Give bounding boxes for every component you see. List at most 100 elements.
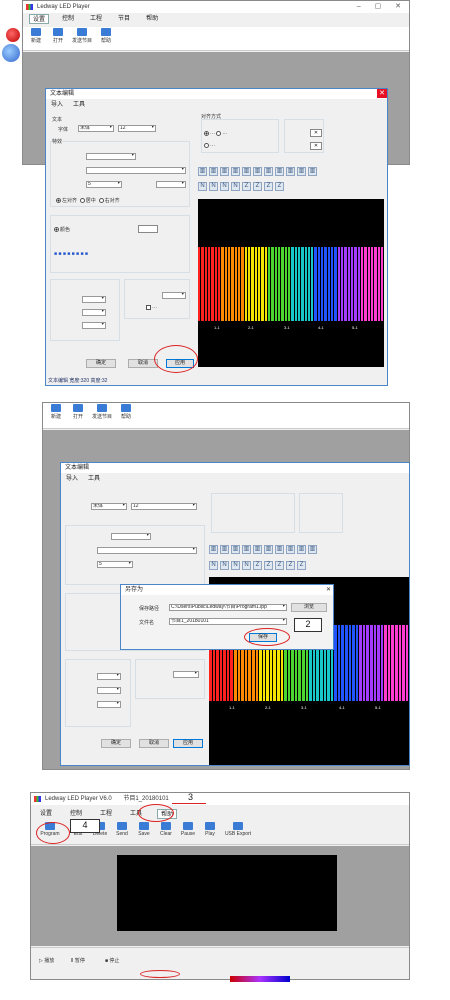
param-select-1[interactable] <box>82 296 106 303</box>
color-link[interactable]: ■ ■ ■ ■ ■ ■ ■ ■ <box>54 251 88 257</box>
stretch-icon[interactable]: Z <box>275 561 284 570</box>
mode-y-input[interactable]: ✕ <box>310 142 322 150</box>
menu-import[interactable]: 导入 <box>63 474 81 484</box>
radio-right[interactable] <box>98 198 104 204</box>
menu-help[interactable]: 帮助 <box>143 14 161 24</box>
align-icon[interactable]: ▥ <box>242 545 251 554</box>
align-icon[interactable]: ▥ <box>198 167 207 176</box>
save-button[interactable]: Save <box>135 821 153 844</box>
send-button[interactable]: 发送节目 <box>71 27 93 50</box>
menu-project[interactable]: 工程 <box>87 14 105 24</box>
align-icon[interactable]: ▥ <box>209 545 218 554</box>
border-checkbox[interactable]: ··· <box>146 305 157 311</box>
param-select-1[interactable] <box>97 673 121 680</box>
align-icon[interactable]: ▥ <box>308 167 317 176</box>
radio-color-auto[interactable] <box>54 227 59 233</box>
cancel-button[interactable]: 取消 <box>139 739 169 748</box>
align-icon[interactable]: ▥ <box>253 545 262 554</box>
align-icon[interactable]: ▥ <box>275 545 284 554</box>
filename-input[interactable]: 节目1_20180101 <box>169 618 287 625</box>
align-icon[interactable]: ▥ <box>231 545 240 554</box>
menu-project[interactable]: 工程 <box>97 809 115 819</box>
clear-button[interactable]: Clear <box>157 821 175 844</box>
new-button[interactable]: 新建 <box>27 27 45 50</box>
close-icon[interactable]: ✕ <box>326 586 331 593</box>
align-icon[interactable]: ▥ <box>286 545 295 554</box>
align-icon[interactable]: ▥ <box>297 167 306 176</box>
align-option-1[interactable]: ··· ··· <box>204 131 227 137</box>
stretch-icon[interactable]: Z <box>253 561 262 570</box>
radio-left[interactable] <box>56 198 61 204</box>
apply-button[interactable]: 应用 <box>173 739 203 748</box>
align-icon[interactable]: ▥ <box>286 167 295 176</box>
menu-settings[interactable]: 设置 <box>29 14 50 24</box>
stretch-icon[interactable]: N <box>209 182 218 191</box>
stretch-icon[interactable]: Z <box>253 182 262 191</box>
radio-center[interactable] <box>79 198 85 204</box>
desktop-icon[interactable] <box>2 44 20 62</box>
border-select[interactable] <box>173 671 199 678</box>
menu-import[interactable]: 导入 <box>48 100 66 110</box>
color-swatch[interactable] <box>138 225 158 233</box>
align-icon[interactable]: ▥ <box>308 545 317 554</box>
menu-control[interactable]: 控制 <box>59 14 77 24</box>
ok-button[interactable]: 确定 <box>101 739 131 748</box>
pause-status-button[interactable]: Ⅱ 暂停 <box>71 957 85 964</box>
stretch-icon[interactable]: Z <box>264 182 273 191</box>
menu-tools[interactable]: 工具 <box>70 100 88 110</box>
stretch-icon[interactable]: Z <box>242 182 251 191</box>
desktop-icon[interactable] <box>6 28 20 42</box>
stretch-icon[interactable]: N <box>231 561 240 570</box>
menu-control[interactable]: 控制 <box>67 809 85 819</box>
window-controls[interactable]: – ▢ ✕ <box>357 1 407 13</box>
align-icon[interactable]: ▥ <box>231 167 240 176</box>
size-select[interactable]: 12 <box>118 125 156 132</box>
send-button[interactable]: 发送节目 <box>91 403 113 428</box>
stretch-icon[interactable]: Z <box>297 561 306 570</box>
stretch-icon[interactable]: N <box>209 561 218 570</box>
ok-button[interactable]: 确定 <box>86 359 116 368</box>
open-button[interactable]: 打开 <box>69 403 87 428</box>
effect-detail-select[interactable] <box>97 547 197 554</box>
stretch-icon[interactable]: N <box>220 182 229 191</box>
browse-button[interactable]: 浏览 <box>291 603 327 612</box>
new-button[interactable]: 新建 <box>47 403 65 428</box>
path-input[interactable]: C:\Users\Public\Ledway\节目\Program1.lpp <box>169 604 287 611</box>
effect-detail-select[interactable] <box>86 167 186 174</box>
stretch-icon[interactable]: Z <box>264 561 273 570</box>
align-icon[interactable]: ▥ <box>220 545 229 554</box>
stretch-icon[interactable]: N <box>198 182 207 191</box>
open-button[interactable]: 打开 <box>49 27 67 50</box>
param-select-3[interactable] <box>97 701 121 708</box>
speed-select[interactable]: 5 <box>97 561 133 568</box>
align-icon[interactable]: ▥ <box>220 167 229 176</box>
speed-select[interactable]: 5 <box>86 181 122 188</box>
param-select-2[interactable] <box>82 309 106 316</box>
align-icon[interactable]: ▥ <box>297 545 306 554</box>
time-select[interactable] <box>156 181 186 188</box>
menu-settings[interactable]: 设置 <box>37 809 55 819</box>
align-icon[interactable]: ▥ <box>242 167 251 176</box>
align-option-2[interactable]: ··· <box>204 143 215 149</box>
stretch-icon[interactable]: N <box>242 561 251 570</box>
menu-program[interactable]: 节目 <box>115 14 133 24</box>
size-select[interactable]: 12 <box>131 503 197 510</box>
help-button[interactable]: 帮助 <box>97 27 115 50</box>
font-select[interactable]: 宋体 <box>91 503 127 510</box>
effect-select[interactable] <box>86 153 136 160</box>
pause-button[interactable]: Pause <box>179 821 197 844</box>
close-icon[interactable]: ✕ <box>377 89 387 98</box>
align-icon[interactable]: ▥ <box>253 167 262 176</box>
play-status-button[interactable]: ▷ 播放 <box>39 957 54 964</box>
play-button[interactable]: Play <box>201 821 219 844</box>
border-select[interactable] <box>162 292 186 299</box>
send-button[interactable]: Send <box>113 821 131 844</box>
param-select-3[interactable] <box>82 322 106 329</box>
align-icon[interactable]: ▥ <box>209 167 218 176</box>
align-icon[interactable]: ▥ <box>264 167 273 176</box>
align-icon[interactable]: ▥ <box>264 545 273 554</box>
menu-tools[interactable]: 工具 <box>85 474 103 484</box>
effect-select[interactable] <box>111 533 151 540</box>
help-button[interactable]: 帮助 <box>117 403 135 428</box>
align-icon[interactable]: ▥ <box>275 167 284 176</box>
